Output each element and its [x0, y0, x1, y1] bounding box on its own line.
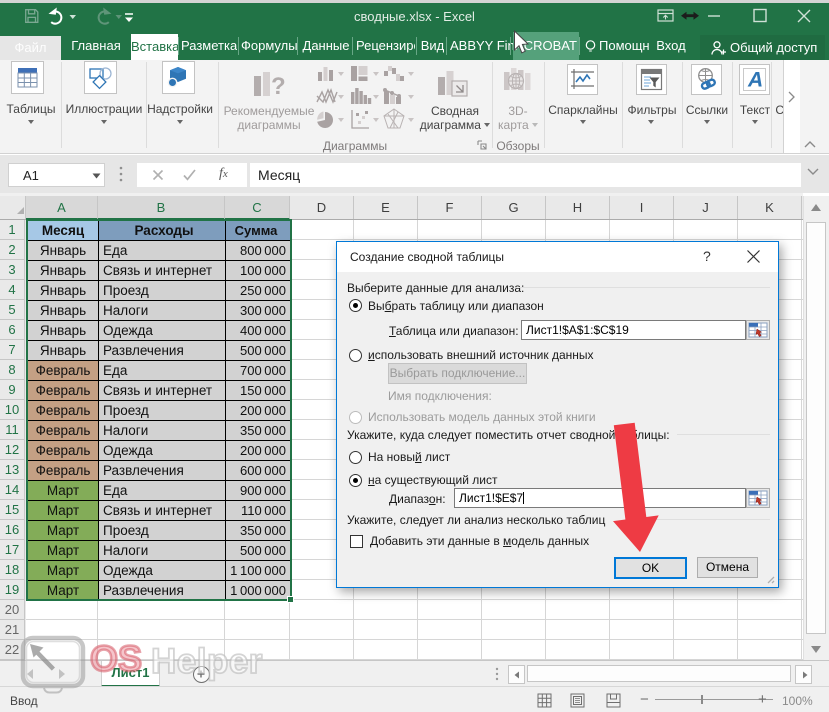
svg-text:A: A — [747, 69, 763, 92]
svg-text:?: ? — [271, 73, 286, 100]
